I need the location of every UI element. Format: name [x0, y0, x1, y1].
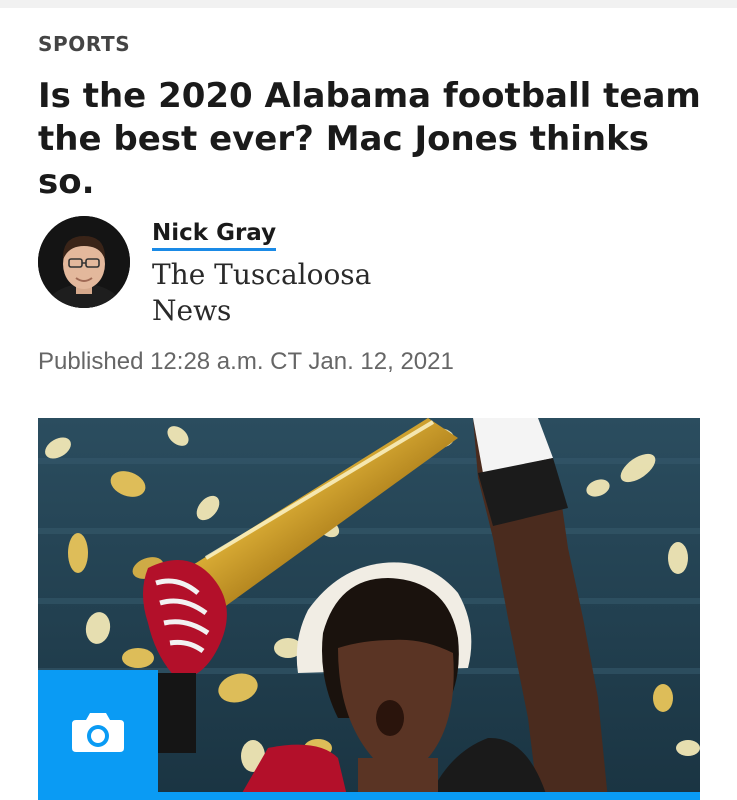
top-strip	[0, 0, 737, 8]
published-timestamp: Published 12:28 a.m. CT Jan. 12, 2021	[38, 348, 454, 375]
author-photo	[38, 216, 130, 308]
article-headline: Is the 2020 Alabama football team the be…	[38, 76, 701, 202]
author-organization: The Tuscaloosa News	[152, 258, 372, 327]
camera-icon	[72, 713, 124, 752]
section-label[interactable]: SPORTS	[38, 32, 130, 56]
author-name-link[interactable]: Nick Gray	[152, 220, 277, 251]
photo-gallery-button[interactable]	[38, 670, 158, 800]
author-avatar[interactable]	[38, 216, 130, 308]
hero-image[interactable]	[38, 418, 700, 800]
